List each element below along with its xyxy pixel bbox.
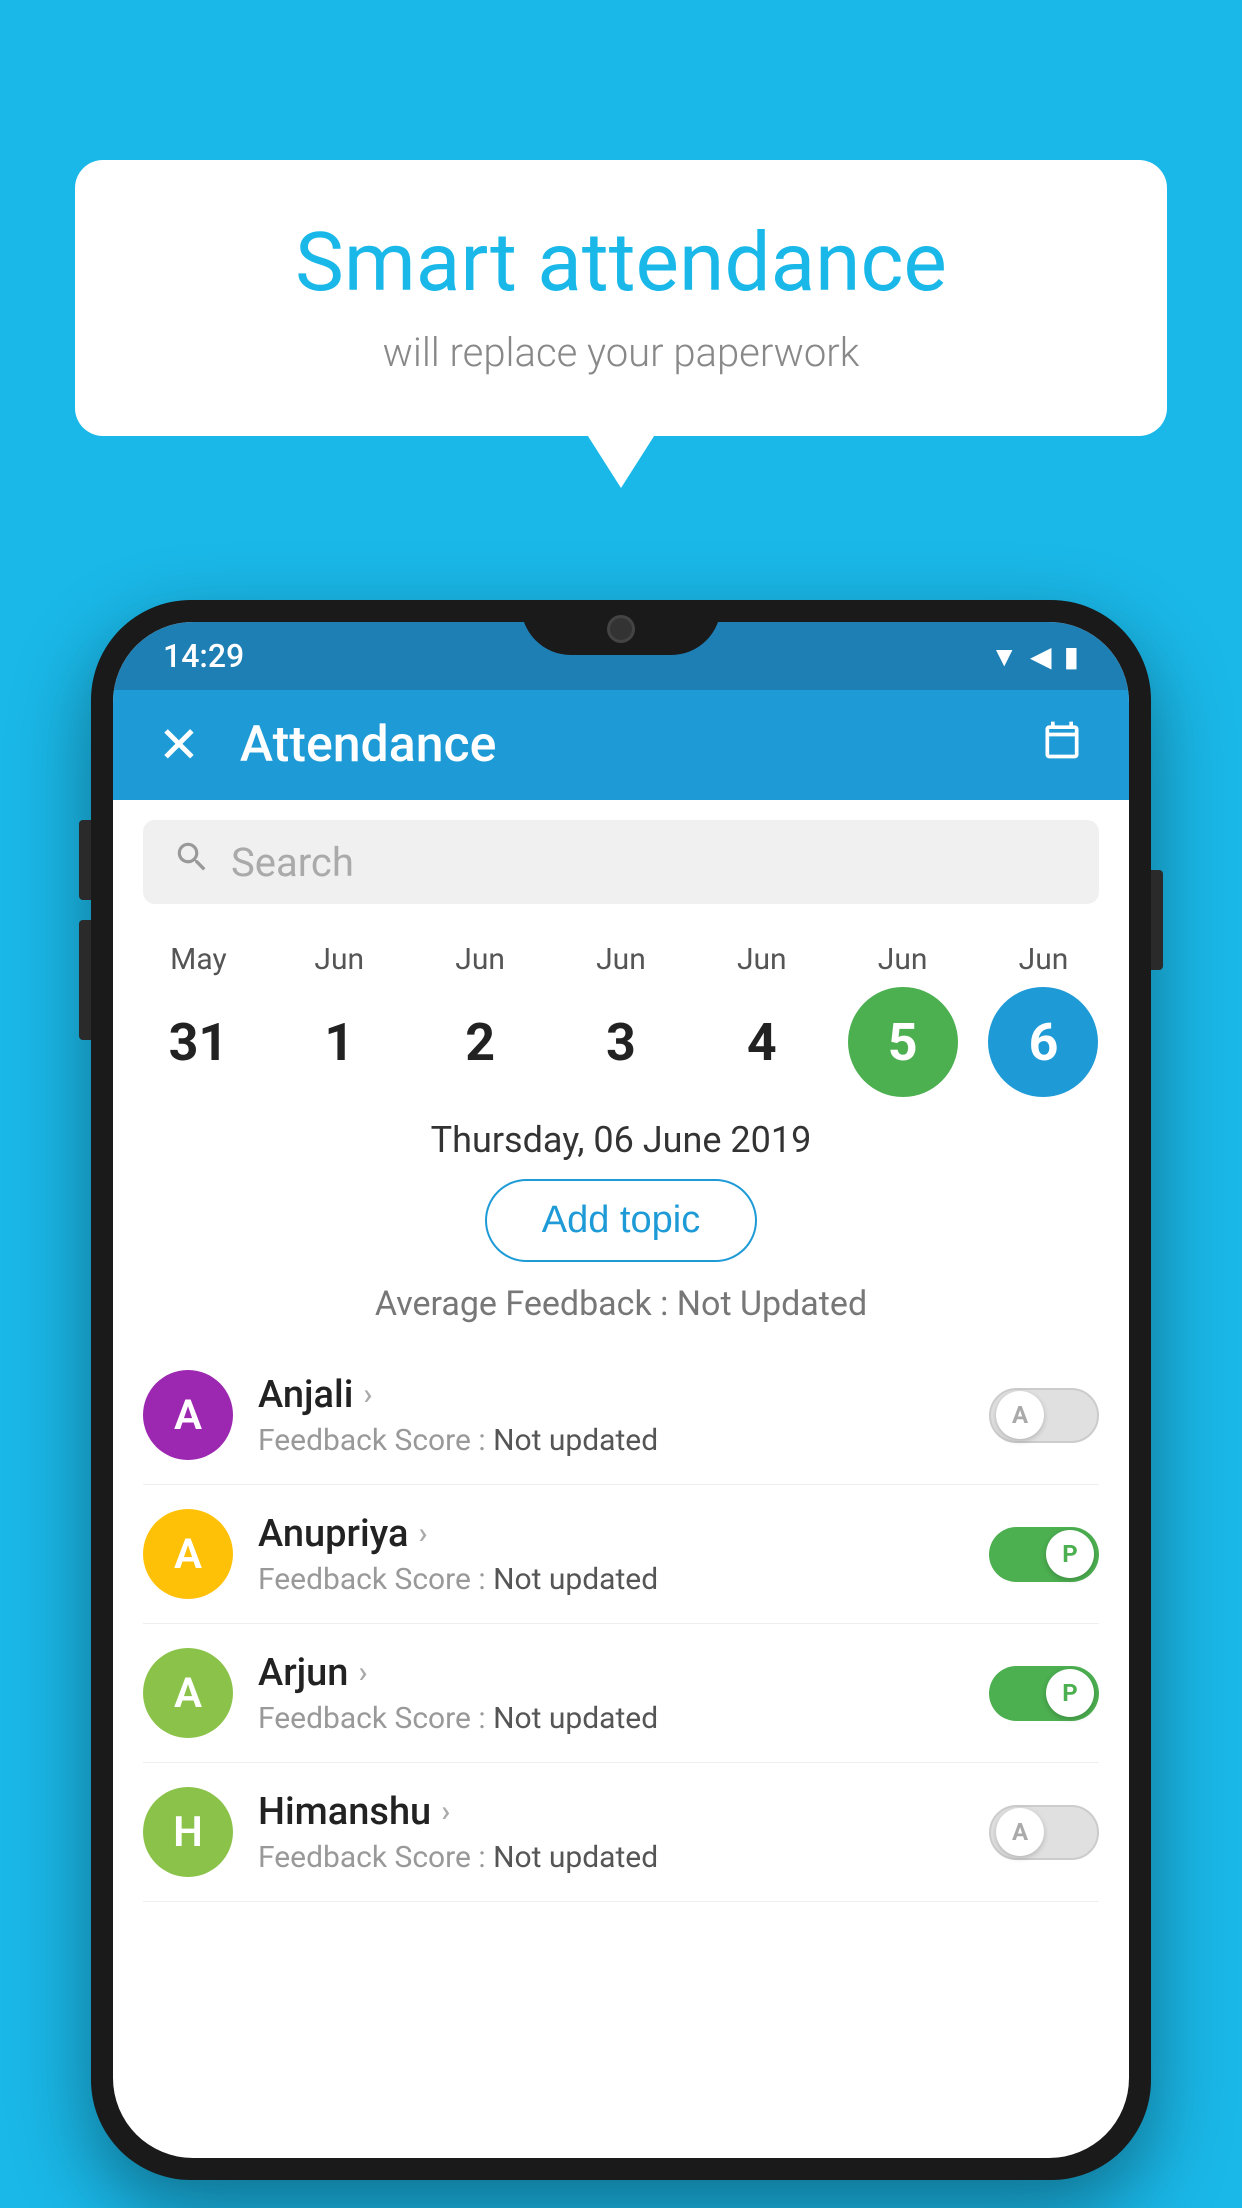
phone-notch	[521, 600, 721, 655]
bubble-subtitle: will replace your paperwork	[135, 329, 1107, 376]
toggle-knob: P	[1046, 1669, 1094, 1717]
feedback-value: Not updated	[493, 1562, 658, 1597]
volume-up-button	[79, 820, 91, 900]
cal-date-number[interactable]: 3	[566, 987, 676, 1097]
power-button	[1151, 870, 1163, 970]
student-item[interactable]: A Anjali › Feedback Score : Not updated A	[143, 1346, 1099, 1485]
student-info: Arjun › Feedback Score : Not updated	[258, 1651, 964, 1736]
phone-mockup: 14:29 ▼ ◀ ▮ ✕ Attendance	[91, 600, 1151, 2180]
search-icon	[173, 838, 211, 886]
feedback-value: Not updated	[493, 1840, 658, 1875]
attendance-toggle[interactable]: P	[989, 1527, 1099, 1582]
phone-screen: 14:29 ▼ ◀ ▮ ✕ Attendance	[113, 622, 1129, 2158]
student-avatar: A	[143, 1370, 233, 1460]
toggle-switch[interactable]: A	[989, 1388, 1099, 1443]
front-camera	[607, 615, 635, 643]
student-feedback: Feedback Score : Not updated	[258, 1701, 964, 1736]
student-name: Anupriya ›	[258, 1512, 964, 1556]
student-info: Anupriya › Feedback Score : Not updated	[258, 1512, 964, 1597]
student-item[interactable]: A Anupriya › Feedback Score : Not updated P	[143, 1485, 1099, 1624]
student-list: AAnjali ›Feedback Score : Not updatedAAA…	[113, 1346, 1129, 1902]
average-feedback: Average Feedback : Not Updated	[113, 1284, 1129, 1324]
calendar-icon[interactable]	[1040, 718, 1084, 773]
phone-outer: 14:29 ▼ ◀ ▮ ✕ Attendance	[91, 600, 1151, 2180]
cal-date-number[interactable]: 1	[284, 987, 394, 1097]
bubble-title: Smart attendance	[135, 215, 1107, 311]
close-button[interactable]: ✕	[158, 716, 200, 775]
wifi-icon: ▼	[990, 640, 1018, 673]
cal-date-number[interactable]: 5	[848, 987, 958, 1097]
student-avatar: H	[143, 1787, 233, 1877]
cal-month-label: Jun	[1019, 942, 1069, 977]
toggle-knob: A	[996, 1808, 1044, 1856]
cal-month-label: May	[170, 942, 226, 977]
volume-down-button	[79, 920, 91, 1040]
app-bar: ✕ Attendance	[113, 690, 1129, 800]
student-info: Anjali › Feedback Score : Not updated	[258, 1373, 964, 1458]
search-bar[interactable]: Search	[143, 820, 1099, 904]
calendar-day[interactable]: Jun 2	[415, 942, 545, 1097]
selected-date-label: Thursday, 06 June 2019	[113, 1119, 1129, 1161]
feedback-value: Not updated	[493, 1423, 658, 1458]
cal-date-number[interactable]: 6	[988, 987, 1098, 1097]
cal-month-label: Jun	[455, 942, 505, 977]
chevron-icon: ›	[363, 1377, 372, 1412]
status-icons: ▼ ◀ ▮	[990, 640, 1079, 673]
student-feedback: Feedback Score : Not updated	[258, 1562, 964, 1597]
student-feedback: Feedback Score : Not updated	[258, 1423, 964, 1458]
toggle-knob: P	[1046, 1530, 1094, 1578]
app-title: Attendance	[240, 716, 1000, 774]
battery-icon: ▮	[1064, 640, 1079, 673]
status-time: 14:29	[163, 637, 244, 675]
feedback-value: Not updated	[493, 1701, 658, 1736]
chevron-icon: ›	[441, 1794, 450, 1829]
student-item[interactable]: A Arjun › Feedback Score : Not updated P	[143, 1624, 1099, 1763]
cal-date-number[interactable]: 4	[707, 987, 817, 1097]
toggle-knob: A	[996, 1391, 1044, 1439]
cal-month-label: Jun	[314, 942, 364, 977]
student-name: Himanshu ›	[258, 1790, 964, 1834]
signal-icon: ◀	[1030, 640, 1052, 673]
attendance-toggle[interactable]: A	[989, 1805, 1099, 1860]
student-item[interactable]: H Himanshu › Feedback Score : Not updated A	[143, 1763, 1099, 1902]
cal-date-number[interactable]: 31	[143, 987, 253, 1097]
cal-month-label: Jun	[737, 942, 787, 977]
student-feedback: Feedback Score : Not updated	[258, 1840, 964, 1875]
chevron-icon: ›	[418, 1516, 427, 1551]
calendar-day[interactable]: Jun 1	[274, 942, 404, 1097]
calendar-day[interactable]: Jun 3	[556, 942, 686, 1097]
student-avatar: A	[143, 1509, 233, 1599]
speech-bubble: Smart attendance will replace your paper…	[75, 160, 1167, 436]
cal-date-number[interactable]: 2	[425, 987, 535, 1097]
calendar-day[interactable]: May 31	[133, 942, 263, 1097]
search-placeholder: Search	[231, 839, 354, 886]
cal-month-label: Jun	[878, 942, 928, 977]
toggle-switch[interactable]: P	[989, 1527, 1099, 1582]
attendance-toggle[interactable]: P	[989, 1666, 1099, 1721]
calendar-row: May 31 Jun 1 Jun 2 Jun 3 Jun 4 Jun 5 Jun 6	[113, 924, 1129, 1097]
toggle-switch[interactable]: A	[989, 1805, 1099, 1860]
cal-month-label: Jun	[596, 942, 646, 977]
chevron-icon: ›	[358, 1655, 367, 1690]
add-topic-button[interactable]: Add topic	[485, 1179, 757, 1262]
student-info: Himanshu › Feedback Score : Not updated	[258, 1790, 964, 1875]
student-name: Arjun ›	[258, 1651, 964, 1695]
attendance-toggle[interactable]: A	[989, 1388, 1099, 1443]
student-name: Anjali ›	[258, 1373, 964, 1417]
calendar-day[interactable]: Jun 4	[697, 942, 827, 1097]
calendar-day[interactable]: Jun 6	[978, 942, 1108, 1097]
calendar-day[interactable]: Jun 5	[838, 942, 968, 1097]
toggle-switch[interactable]: P	[989, 1666, 1099, 1721]
student-avatar: A	[143, 1648, 233, 1738]
